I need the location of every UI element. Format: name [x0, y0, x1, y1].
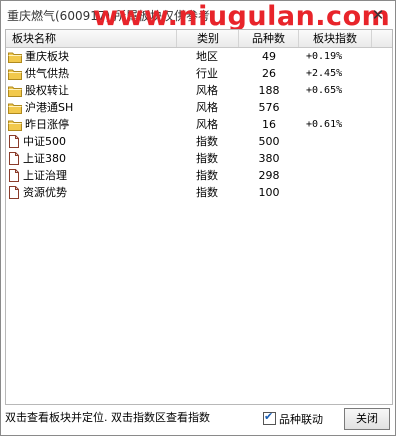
sector-name: 上证治理: [23, 169, 67, 182]
sector-index: [306, 167, 366, 184]
row-name-cell: 上证治理: [8, 167, 178, 184]
status-hint: 双击查看板块并定位. 双击指数区查看指数: [5, 411, 210, 424]
sector-count: 188: [258, 84, 280, 97]
column-header-count[interactable]: 品种数: [239, 30, 299, 47]
row-name-cell: 供气供热: [8, 65, 178, 82]
table-row[interactable]: 上证380 指数 380: [6, 150, 392, 167]
check-icon: ✔: [264, 410, 274, 423]
sector-count: 576: [258, 101, 280, 114]
table-row[interactable]: 重庆板块 地区 49 +0.19%: [6, 48, 392, 65]
sector-count: 500: [258, 135, 280, 148]
close-icon[interactable]: ✕: [367, 5, 389, 25]
sector-count: 26: [262, 67, 276, 80]
sector-count: 16: [262, 118, 276, 131]
row-name-cell: 中证500: [8, 133, 178, 150]
sector-name: 重庆板块: [25, 50, 69, 63]
sector-type: 指数: [196, 135, 218, 148]
table-row[interactable]: 资源优势 指数 100: [6, 184, 392, 201]
row-name-cell: 股权转让: [8, 82, 178, 99]
sector-type: 行业: [196, 67, 218, 80]
sector-count: 49: [262, 50, 276, 63]
sector-name: 股权转让: [25, 84, 69, 97]
column-header-name[interactable]: 板块名称: [6, 30, 177, 47]
table-row[interactable]: 昨日涨停 风格 16 +0.61%: [6, 116, 392, 133]
sector-index: [306, 150, 366, 167]
sector-name: 沪港通SH: [25, 101, 74, 114]
row-name-cell: 资源优势: [8, 184, 178, 201]
title-bar[interactable]: 重庆燃气(600917) 所属板块仅供参考 www.niugulan.com ✕: [1, 1, 395, 32]
sector-count: 100: [258, 186, 280, 199]
sector-type: 指数: [196, 169, 218, 182]
list-rows: 重庆板块 地区 49 +0.19% 供气供热 行业 26 +2.45% 股权转让 风格 188 +0.…: [6, 48, 392, 201]
sector-index: [306, 184, 366, 201]
checkbox-label[interactable]: 品种联动: [279, 413, 323, 426]
table-row[interactable]: 上证治理 指数 298: [6, 167, 392, 184]
table-row[interactable]: 中证500 指数 500: [6, 133, 392, 150]
sector-index: +2.45%: [306, 68, 343, 79]
sector-index: [306, 133, 366, 150]
document-icon: [8, 186, 20, 204]
sector-count: 380: [258, 152, 280, 165]
column-header-type[interactable]: 类别: [177, 30, 239, 47]
row-name-cell: 昨日涨停: [8, 116, 178, 133]
column-header-index[interactable]: 板块指数: [299, 30, 372, 47]
sector-name: 上证380: [23, 152, 66, 165]
sector-index: +0.61%: [306, 119, 343, 130]
sector-type: 指数: [196, 186, 218, 199]
sector-name: 资源优势: [23, 186, 67, 199]
sector-index: +0.65%: [306, 85, 343, 96]
sector-name: 昨日涨停: [25, 118, 69, 131]
close-button[interactable]: 关闭: [344, 408, 390, 430]
row-name-cell: 上证380: [8, 150, 178, 167]
linkage-checkbox[interactable]: ✔ 品种联动: [263, 410, 323, 427]
sector-index: [306, 99, 366, 116]
list-header: 板块名称 类别 品种数 板块指数: [6, 30, 392, 48]
sector-type: 风格: [196, 101, 218, 114]
watermark: www.niugulan.com: [93, 1, 391, 32]
row-name-cell: 重庆板块: [8, 48, 178, 65]
sector-count: 298: [258, 169, 280, 182]
sector-type: 风格: [196, 84, 218, 97]
table-row[interactable]: 供气供热 行业 26 +2.45%: [6, 65, 392, 82]
sector-type: 指数: [196, 152, 218, 165]
sector-list[interactable]: 板块名称 类别 品种数 板块指数 重庆板块 地区 49 +0.19% 供气供热 行业 26 +…: [5, 29, 393, 405]
sector-type: 地区: [196, 50, 218, 63]
sector-type: 风格: [196, 118, 218, 131]
dialog-window: 重庆燃气(600917) 所属板块仅供参考 www.niugulan.com ✕…: [0, 0, 396, 436]
sector-index: +0.19%: [306, 51, 343, 62]
sector-name: 中证500: [23, 135, 66, 148]
sector-name: 供气供热: [25, 67, 69, 80]
checkbox-box[interactable]: ✔: [263, 410, 276, 425]
table-row[interactable]: 股权转让 风格 188 +0.65%: [6, 82, 392, 99]
table-row[interactable]: 沪港通SH 风格 576: [6, 99, 392, 116]
row-name-cell: 沪港通SH: [8, 99, 178, 116]
